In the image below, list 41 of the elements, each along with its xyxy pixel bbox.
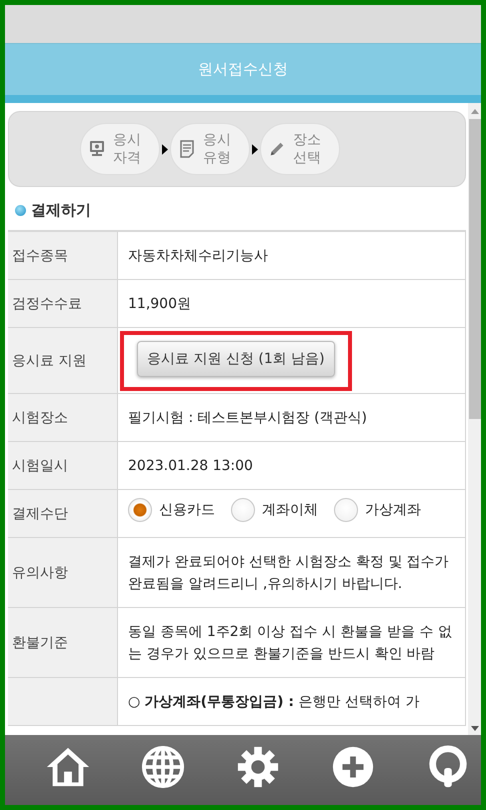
- row-value: 11,900원: [128, 295, 191, 314]
- arrow-icon: [162, 144, 168, 154]
- support-button[interactable]: 응시료 지원 신청 (1회 남음): [137, 341, 335, 377]
- document-icon: [179, 140, 195, 158]
- scroll-up-icon: [470, 109, 478, 114]
- row-label: 접수종목: [8, 232, 118, 279]
- radio-button[interactable]: [128, 498, 152, 522]
- scrollbar[interactable]: [468, 103, 481, 737]
- row-value: 2023.01.28 13:00: [128, 457, 253, 476]
- step-pill[interactable]: 응시 유형: [170, 123, 250, 175]
- step-pill[interactable]: 장소 선택: [260, 123, 340, 175]
- page-title: 원서접수신청: [198, 60, 288, 79]
- row-label: 시험장소: [8, 394, 118, 441]
- row-label: 시험일시: [8, 442, 118, 489]
- easel-icon: [89, 140, 105, 158]
- globe-icon[interactable]: [140, 745, 186, 789]
- radio-button[interactable]: [334, 498, 358, 522]
- row-value: 자동차차체수리기능사: [128, 247, 268, 266]
- bullet-icon: [15, 205, 26, 216]
- settings-icon[interactable]: [235, 745, 281, 789]
- row-value: 필기시험 : 테스트본부시험장 (객관식): [128, 409, 367, 428]
- section-title: 결제하기: [31, 201, 91, 220]
- row-value: 결제가 완료되어야 선택한 시험장소 확정 및 접수가 완료됨을 알려드리니 ,유의하시기 바랍니다.: [128, 553, 450, 594]
- radio-button[interactable]: [231, 498, 255, 522]
- row-value: 동일 종목에 1주2회 이상 접수 시 환불을 받을 수 없는 경우가 있으므로 환불기준을 반드시 확인 바람: [128, 623, 453, 664]
- row-label: 응시료 지원: [8, 328, 118, 393]
- row-label: 검정수수료: [8, 280, 118, 327]
- plus-icon[interactable]: [330, 745, 376, 789]
- scroll-down-icon: [470, 726, 478, 731]
- pencil-icon: [269, 140, 285, 158]
- radio-label: 계좌이체: [262, 501, 318, 520]
- arrow-icon: [252, 144, 258, 154]
- radio-label: 신용카드: [159, 501, 215, 520]
- row-label: 환불기준: [8, 608, 118, 677]
- row-value: ○ 가상계좌(무통장입금) : 은행만 선택하여 가: [128, 693, 420, 712]
- step-pill[interactable]: 응시 자격: [80, 123, 160, 175]
- row-label: 유의사항: [8, 538, 118, 607]
- row-label: 결제수단: [8, 490, 118, 537]
- scroll-thumb[interactable]: [468, 119, 480, 419]
- radio-label: 가상계좌: [365, 501, 421, 520]
- home-icon[interactable]: [45, 745, 91, 789]
